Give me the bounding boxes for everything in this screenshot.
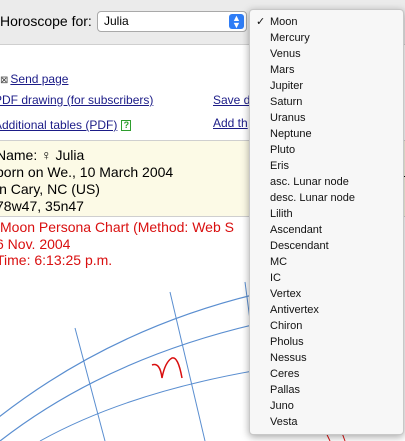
dropdown-option-label: Lilith [270, 208, 293, 220]
dropdown-option-label: desc. Lunar node [270, 192, 356, 204]
horoscope-for-label: Horoscope for: [0, 13, 92, 29]
additional-tables-row: Additional tables (PDF)? [0, 116, 132, 134]
dropdown-option[interactable]: Lilith [250, 206, 403, 222]
add-link[interactable]: Add th [213, 116, 248, 130]
dropdown-option-label: Juno [270, 400, 294, 412]
dropdown-option-label: Uranus [270, 112, 306, 124]
chart-time: Time: 6:13:25 p.m. [0, 252, 113, 268]
pdf-drawing-link[interactable]: PDF drawing (for subscribers) [0, 93, 153, 107]
person-select-value: Julia [104, 14, 129, 28]
dropdown-option[interactable]: Venus [250, 46, 403, 62]
planet-dropdown-menu[interactable]: ✓ Moon Mercury Venus Mars Jupiter Saturn Uranus… [249, 9, 404, 435]
dropdown-option[interactable]: Pholus [250, 334, 403, 350]
additional-tables-link[interactable]: Additional tables (PDF) [0, 118, 117, 132]
dropdown-option[interactable]: IC [250, 270, 403, 286]
dropdown-option[interactable]: Chiron [250, 318, 403, 334]
dropdown-option[interactable]: Mercury [250, 30, 403, 46]
dropdown-option[interactable]: Vertex [250, 286, 403, 302]
dropdown-option[interactable]: Eris [250, 158, 403, 174]
dropdown-option-label: Jupiter [270, 80, 304, 92]
dropdown-option[interactable]: desc. Lunar node [250, 190, 403, 206]
send-icon: ⊠ [0, 75, 9, 86]
dropdown-option[interactable]: MC [250, 254, 403, 270]
chart-date: 6 Nov. 2004 [0, 236, 71, 252]
dropdown-option[interactable]: Mars [250, 62, 403, 78]
dropdown-option[interactable]: Pluto [250, 142, 403, 158]
dropdown-option[interactable]: Nessus [250, 350, 403, 366]
dropdown-option[interactable]: Juno [250, 398, 403, 414]
dropdown-option-label: Mars [270, 64, 295, 76]
info-place: in Cary, NC (US) [0, 181, 100, 197]
dropdown-option-label: Antivertex [270, 304, 319, 316]
dropdown-option-label: Neptune [270, 128, 312, 140]
dropdown-option[interactable]: Saturn [250, 94, 403, 110]
person-select[interactable]: Julia ▲ ▼ [97, 11, 247, 32]
help-icon[interactable]: ? [121, 120, 132, 131]
chart-title: Moon Persona Chart (Method: Web S [0, 219, 234, 235]
dropdown-option[interactable]: Ascendant [250, 222, 403, 238]
dropdown-option-label: MC [270, 256, 288, 268]
dropdown-option-label: Pholus [270, 336, 304, 348]
dropdown-option-label: Pluto [270, 144, 296, 156]
dropdown-option[interactable]: Antivertex [250, 302, 403, 318]
aries-glyph [151, 357, 183, 379]
dropdown-option-label: Ascendant [270, 224, 322, 236]
dropdown-option-label: Eris [270, 160, 289, 172]
dropdown-option[interactable]: Descendant [250, 238, 403, 254]
dropdown-option-label: Nessus [270, 352, 307, 364]
send-page-link[interactable]: ⊠ Send page [0, 70, 68, 88]
dropdown-option-label: Moon [270, 16, 298, 28]
dropdown-option-label: Vesta [270, 416, 298, 428]
checkmark-icon: ✓ [256, 16, 266, 28]
dropdown-option-label: Venus [270, 48, 301, 60]
dropdown-option-label: asc. Lunar node [270, 176, 349, 188]
dropdown-option[interactable]: Uranus [250, 110, 403, 126]
dropdown-option[interactable]: Ceres [250, 366, 403, 382]
dropdown-option[interactable]: Vesta [250, 414, 403, 430]
dropdown-option-label: Chiron [270, 320, 303, 332]
dropdown-option[interactable]: ✓ Moon [250, 14, 403, 30]
dropdown-option-label: Mercury [270, 32, 310, 44]
dropdown-option-label: Descendant [270, 240, 329, 252]
dropdown-option-label: Ceres [270, 368, 300, 380]
info-coords: 78w47, 35n47 [0, 198, 84, 214]
info-born: born on We., 10 March 2004 [0, 164, 174, 180]
dropdown-option-label: Saturn [270, 96, 303, 108]
dropdown-option[interactable]: asc. Lunar node [250, 174, 403, 190]
up-down-chevron-icon: ▲ ▼ [229, 14, 244, 30]
dropdown-option[interactable]: Pallas [250, 382, 403, 398]
dropdown-option[interactable]: Jupiter [250, 78, 403, 94]
save-link[interactable]: Save d [213, 93, 250, 107]
dropdown-option-label: Vertex [270, 288, 302, 300]
info-name: Name: ♀ Julia [0, 147, 85, 163]
dropdown-option[interactable]: Neptune [250, 126, 403, 142]
dropdown-option-label: IC [270, 272, 281, 284]
dropdown-option-label: Pallas [270, 384, 300, 396]
